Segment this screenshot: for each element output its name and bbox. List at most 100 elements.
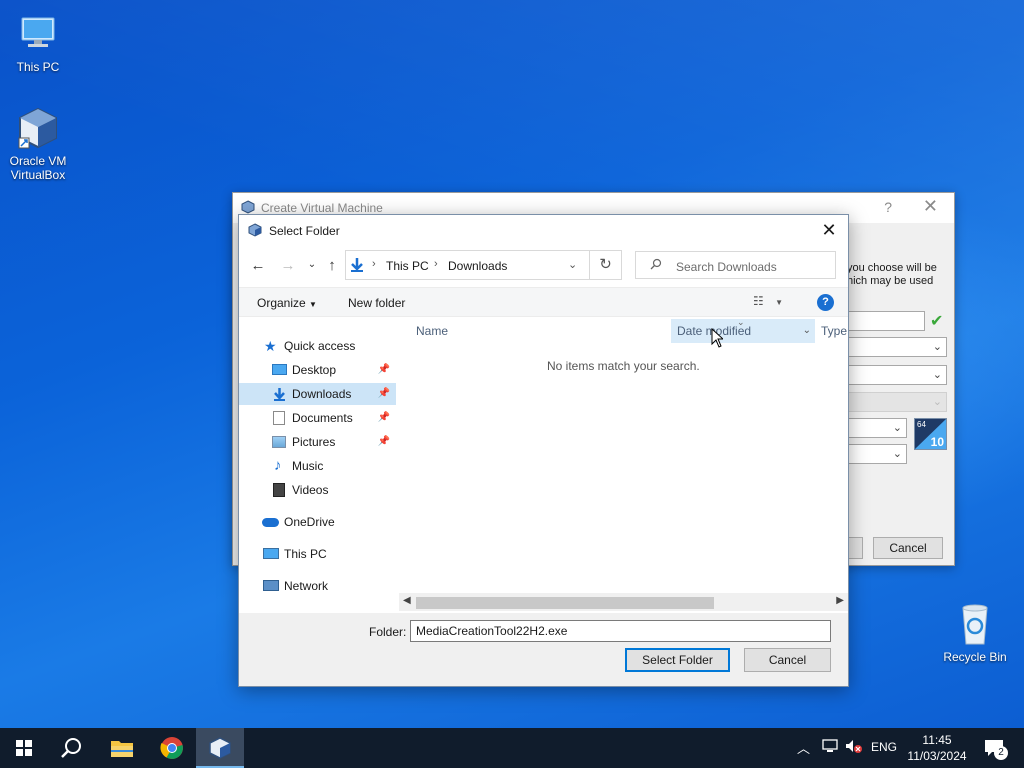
nav-label: Desktop	[292, 363, 337, 377]
virtualbox-taskbar-button[interactable]	[196, 728, 244, 768]
column-header-date-modified[interactable]: Date modified ⌄ ⌄	[671, 317, 815, 343]
navigation-bar: ← → ⌄ ↑ › This PC › Downloads ⌄ ↻ Search…	[239, 249, 848, 281]
column-header-type[interactable]: Type	[821, 319, 851, 343]
notification-count-badge: 2	[994, 746, 1008, 760]
back-button-partial[interactable]	[847, 537, 863, 559]
nav-item-desktop[interactable]: Desktop 📌	[239, 359, 396, 381]
breadcrumb-this-pc[interactable]: This PC	[386, 259, 429, 273]
new-folder-button[interactable]: New folder	[348, 296, 405, 310]
recent-locations-chevron-icon[interactable]: ⌄	[303, 259, 321, 270]
documents-folder-icon	[273, 411, 285, 425]
up-arrow-icon[interactable]: ↑	[323, 257, 341, 274]
nav-item-this-pc[interactable]: This PC	[239, 543, 396, 565]
organize-button[interactable]: Organize ▼	[257, 296, 317, 310]
iso-select[interactable]: ⌄	[847, 365, 947, 385]
desktop-icon-label: This PC	[16, 60, 60, 74]
language-indicator[interactable]: ENG	[871, 740, 897, 754]
network-icon	[263, 580, 279, 591]
create-vm-description: you choose will be hich may be used	[847, 262, 937, 287]
nav-item-music[interactable]: ♪ Music	[239, 455, 396, 477]
cancel-button[interactable]: Cancel	[873, 537, 943, 559]
chevron-down-icon: ⌄	[932, 341, 942, 353]
pin-icon: 📌	[377, 388, 390, 399]
checkmark-icon: ✔	[930, 313, 944, 330]
desktop-folder-icon	[272, 364, 287, 375]
folder-label: Folder:	[369, 625, 407, 639]
scrollbar-thumb[interactable]	[416, 597, 714, 609]
desktop-icon-recycle-bin[interactable]: Recycle Bin	[937, 602, 1013, 664]
clock-time: 11:45	[922, 733, 952, 747]
search-icon	[61, 738, 81, 758]
folder-icon	[111, 741, 133, 757]
dialog-titlebar: Select Folder ✕	[239, 215, 848, 245]
folder-input[interactable]: MediaCreationTool22H2.exe	[410, 620, 831, 642]
network-status-icon[interactable]	[822, 739, 838, 756]
desktop-icon-this-pc[interactable]: This PC	[0, 12, 76, 74]
pin-icon: 📌	[377, 412, 390, 423]
system-clock[interactable]: 11:45 11/03/2024	[898, 732, 976, 764]
cancel-button[interactable]: Cancel	[744, 648, 831, 672]
address-bar[interactable]: › This PC › Downloads ⌄ ↻	[345, 250, 622, 280]
sort-indicator-icon: ⌄	[737, 317, 745, 327]
windows-logo-icon	[16, 740, 32, 756]
file-explorer-button[interactable]	[98, 728, 146, 768]
virtualbox-small-icon	[248, 223, 262, 240]
breadcrumb-downloads[interactable]: Downloads	[448, 259, 507, 273]
nav-label: Quick access	[284, 339, 356, 353]
nav-item-videos[interactable]: Videos	[239, 479, 396, 501]
close-button[interactable]: ✕	[923, 196, 938, 217]
pin-icon: 📌	[377, 436, 390, 447]
music-note-icon: ♪	[274, 457, 282, 474]
create-vm-title: Create Virtual Machine	[261, 201, 383, 215]
nav-item-network[interactable]: Network	[239, 575, 396, 597]
desktop-icon-virtualbox[interactable]: Oracle VM VirtualBox	[0, 106, 76, 182]
caret-down-icon: ▼	[309, 300, 317, 309]
os-bits-label: 64	[917, 420, 926, 429]
pin-icon: 📌	[377, 364, 390, 375]
nav-item-onedrive[interactable]: OneDrive	[239, 511, 396, 533]
address-dropdown-icon[interactable]: ⌄	[568, 258, 577, 271]
nav-label: Pictures	[292, 435, 336, 449]
start-button[interactable]	[0, 728, 48, 768]
search-button[interactable]	[48, 728, 96, 768]
scroll-left-icon[interactable]: ◀	[403, 595, 411, 606]
scroll-right-icon[interactable]: ▶	[836, 595, 844, 606]
nav-label: This PC	[284, 547, 327, 561]
star-icon: ★	[264, 338, 277, 354]
monitor-icon	[16, 12, 60, 56]
virtualbox-icon	[16, 106, 60, 150]
select-folder-button[interactable]: Select Folder	[625, 648, 730, 672]
virtualbox-icon	[209, 737, 231, 759]
column-header-name[interactable]: Name	[416, 319, 656, 343]
version-select[interactable]: ⌄	[847, 444, 907, 464]
horizontal-scrollbar[interactable]: ◀ ▶	[399, 593, 848, 611]
nav-item-quick-access[interactable]: ★ Quick access	[239, 335, 396, 357]
chrome-icon	[160, 737, 183, 759]
type-select[interactable]: ⌄	[847, 418, 907, 438]
search-input[interactable]: Search Downloads	[676, 260, 777, 274]
search-box[interactable]: Search Downloads	[635, 251, 836, 279]
nav-item-downloads[interactable]: Downloads 📌	[239, 383, 396, 405]
action-center-button[interactable]: 2	[976, 728, 1016, 768]
filter-dropdown-icon[interactable]: ⌄	[803, 319, 811, 343]
help-icon[interactable]: ?	[817, 294, 834, 311]
clock-date: 11/03/2024	[907, 749, 967, 763]
close-button[interactable]: ✕	[816, 217, 842, 243]
chrome-button[interactable]	[148, 728, 196, 768]
nav-item-pictures[interactable]: Pictures 📌	[239, 431, 396, 453]
downloads-location-icon	[349, 257, 365, 276]
nav-item-documents[interactable]: Documents 📌	[239, 407, 396, 429]
view-options-button[interactable]: ☷ ▼	[753, 294, 783, 308]
back-arrow-icon[interactable]: ←	[249, 257, 267, 274]
show-hidden-icons-chevron-icon[interactable]: ︿	[797, 738, 810, 757]
details-view-icon: ☷	[753, 294, 764, 308]
caret-down-icon: ▼	[775, 298, 784, 307]
breadcrumb-separator-icon: ›	[434, 258, 438, 270]
refresh-icon[interactable]: ↻	[589, 251, 621, 279]
vm-name-input[interactable]	[847, 311, 925, 331]
folder-select[interactable]: ⌄	[847, 337, 947, 357]
taskbar: ︿ ENG 11:45 11/03/2024 2	[0, 728, 1024, 768]
help-button[interactable]: ?	[884, 199, 892, 215]
volume-muted-icon[interactable]	[845, 739, 863, 756]
empty-message: No items match your search.	[547, 359, 700, 373]
